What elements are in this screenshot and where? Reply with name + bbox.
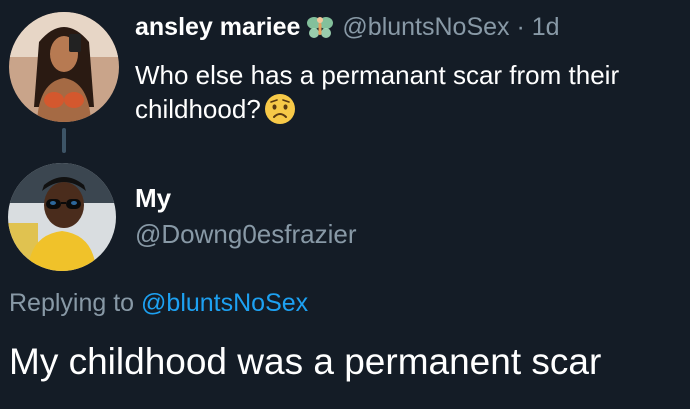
- avatar-reply-author[interactable]: [8, 163, 116, 271]
- replying-to-label: Replying to: [9, 289, 135, 317]
- reply-tweet-text: My childhood was a permanent scar: [9, 341, 602, 382]
- original-handle[interactable]: @bluntsNoSex: [342, 13, 509, 41]
- tweet-thread: ansley mariee @bluntsNoSex · 1d Who else…: [0, 0, 690, 409]
- reply-display-name[interactable]: My: [135, 183, 171, 214]
- reply-handle[interactable]: @Downg0esfrazier: [135, 219, 356, 250]
- avatar-photo-icon: [9, 12, 119, 122]
- worried-face-icon: [263, 92, 297, 126]
- fairy-icon: [306, 14, 334, 40]
- replying-to-mention-link[interactable]: @bluntsNoSex: [141, 289, 308, 317]
- avatar-original-author[interactable]: [9, 12, 119, 122]
- avatar-photo-icon: [8, 163, 116, 271]
- thread-connector-line: [62, 128, 66, 153]
- original-tweet-header: ansley mariee @bluntsNoSex · 1d: [135, 12, 560, 42]
- separator-dot: ·: [516, 13, 525, 41]
- original-tweet-text: Who else has a permanant scar from their…: [135, 58, 675, 126]
- replying-to-line: Replying to @bluntsNoSex: [9, 289, 308, 318]
- tweet-timestamp[interactable]: 1d: [532, 13, 560, 41]
- original-tweet-body: Who else has a permanant scar from their…: [135, 60, 620, 124]
- original-display-name[interactable]: ansley mariee: [135, 13, 300, 41]
